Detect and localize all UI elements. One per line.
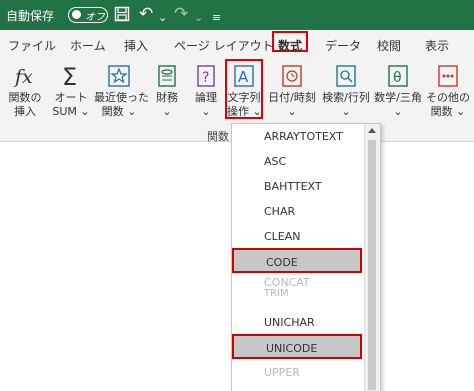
- list-item[interactable]: ARRAYTOTEXT: [232, 124, 362, 149]
- lookup-reference-button[interactable]: 検索/行列 ⌄: [320, 61, 372, 119]
- redo-dropdown-icon[interactable]: ⌄: [194, 7, 203, 29]
- title-bar: 自動保存 オフ ↶ ⌄ ↷ ⌄ ≡: [0, 0, 474, 30]
- date-time-button[interactable]: 日付/時刻 ⌄: [266, 61, 318, 119]
- sigma-icon: Σ: [58, 63, 84, 91]
- tab-view[interactable]: 表示: [425, 37, 449, 54]
- recently-used-button[interactable]: 最近使った 関数 ⌄: [94, 61, 149, 119]
- ribbon-tabs: ファイル ホーム 挿入 ページ レイアウト 数式 データ 校閲 表示: [0, 30, 474, 57]
- tab-formulas[interactable]: 数式: [272, 31, 309, 53]
- tab-data[interactable]: データ: [325, 37, 361, 54]
- tab-page-layout[interactable]: ページ レイアウト: [174, 37, 274, 54]
- svg-text:fx: fx: [13, 66, 33, 88]
- tab-insert[interactable]: 挿入: [124, 37, 148, 54]
- tab-review[interactable]: 校閲: [377, 37, 401, 54]
- function-icon: fx: [12, 63, 38, 89]
- list-item[interactable]: BAHTTEXT: [232, 174, 362, 199]
- list-item[interactable]: TRIM: [232, 287, 362, 301]
- autosave-state: オフ: [85, 12, 105, 23]
- svg-text:?: ?: [202, 70, 209, 86]
- list-item[interactable]: UNICHAR: [232, 310, 362, 335]
- dropdown-scrollbar[interactable]: [364, 124, 380, 391]
- svg-text:Σ: Σ: [62, 63, 77, 89]
- logical-button[interactable]: ? 論理 ⌄: [183, 61, 229, 119]
- more-functions-button[interactable]: その他の 関数 ⌄: [424, 61, 472, 119]
- undo-icon[interactable]: ↶: [139, 3, 153, 25]
- lookup-icon: [333, 63, 359, 89]
- svg-text:A: A: [238, 68, 249, 86]
- finance-icon: [154, 63, 180, 89]
- more-functions-icon: [435, 63, 461, 89]
- group-label-functions: 関数: [207, 130, 229, 143]
- tab-home[interactable]: ホーム: [70, 37, 106, 54]
- math-icon: θ: [385, 63, 411, 89]
- list-item-selected[interactable]: CODE: [232, 248, 362, 273]
- toggle-knob: [72, 10, 81, 19]
- text-icon: A: [231, 63, 257, 89]
- logical-icon: ?: [193, 63, 219, 89]
- svg-text:θ: θ: [393, 70, 402, 86]
- list-item-selected[interactable]: UNICODE: [232, 334, 362, 359]
- autosum-button[interactable]: Σ オート SUM ⌄: [48, 61, 94, 119]
- scroll-up-icon[interactable]: [368, 128, 376, 133]
- tab-file[interactable]: ファイル: [8, 37, 56, 54]
- list-item[interactable]: UPPER: [232, 360, 362, 385]
- list-item[interactable]: CHAR: [232, 199, 362, 224]
- save-icon[interactable]: [114, 3, 130, 28]
- customize-qat-icon[interactable]: ≡: [212, 7, 221, 29]
- autosave-toggle[interactable]: オフ: [68, 7, 108, 23]
- scrollbar-thumb[interactable]: [368, 140, 376, 390]
- clock-icon: [279, 63, 305, 89]
- text-functions-dropdown: ARRAYTOTEXT ASC BAHTTEXT CHAR CLEAN CODE…: [231, 123, 381, 391]
- redo-icon[interactable]: ↷: [174, 3, 188, 25]
- insert-function-button[interactable]: fx 関数の 挿入: [2, 61, 48, 119]
- autosave-label: 自動保存: [6, 9, 55, 23]
- list-item[interactable]: CLEAN: [232, 224, 362, 249]
- math-trig-button[interactable]: θ 数学/三角 ⌄: [372, 61, 424, 119]
- star-icon: [106, 63, 132, 89]
- text-functions-button[interactable]: A 文字列 操作 ⌄: [225, 59, 263, 119]
- list-item[interactable]: ASC: [232, 149, 362, 174]
- undo-dropdown-icon[interactable]: ⌄: [158, 7, 167, 29]
